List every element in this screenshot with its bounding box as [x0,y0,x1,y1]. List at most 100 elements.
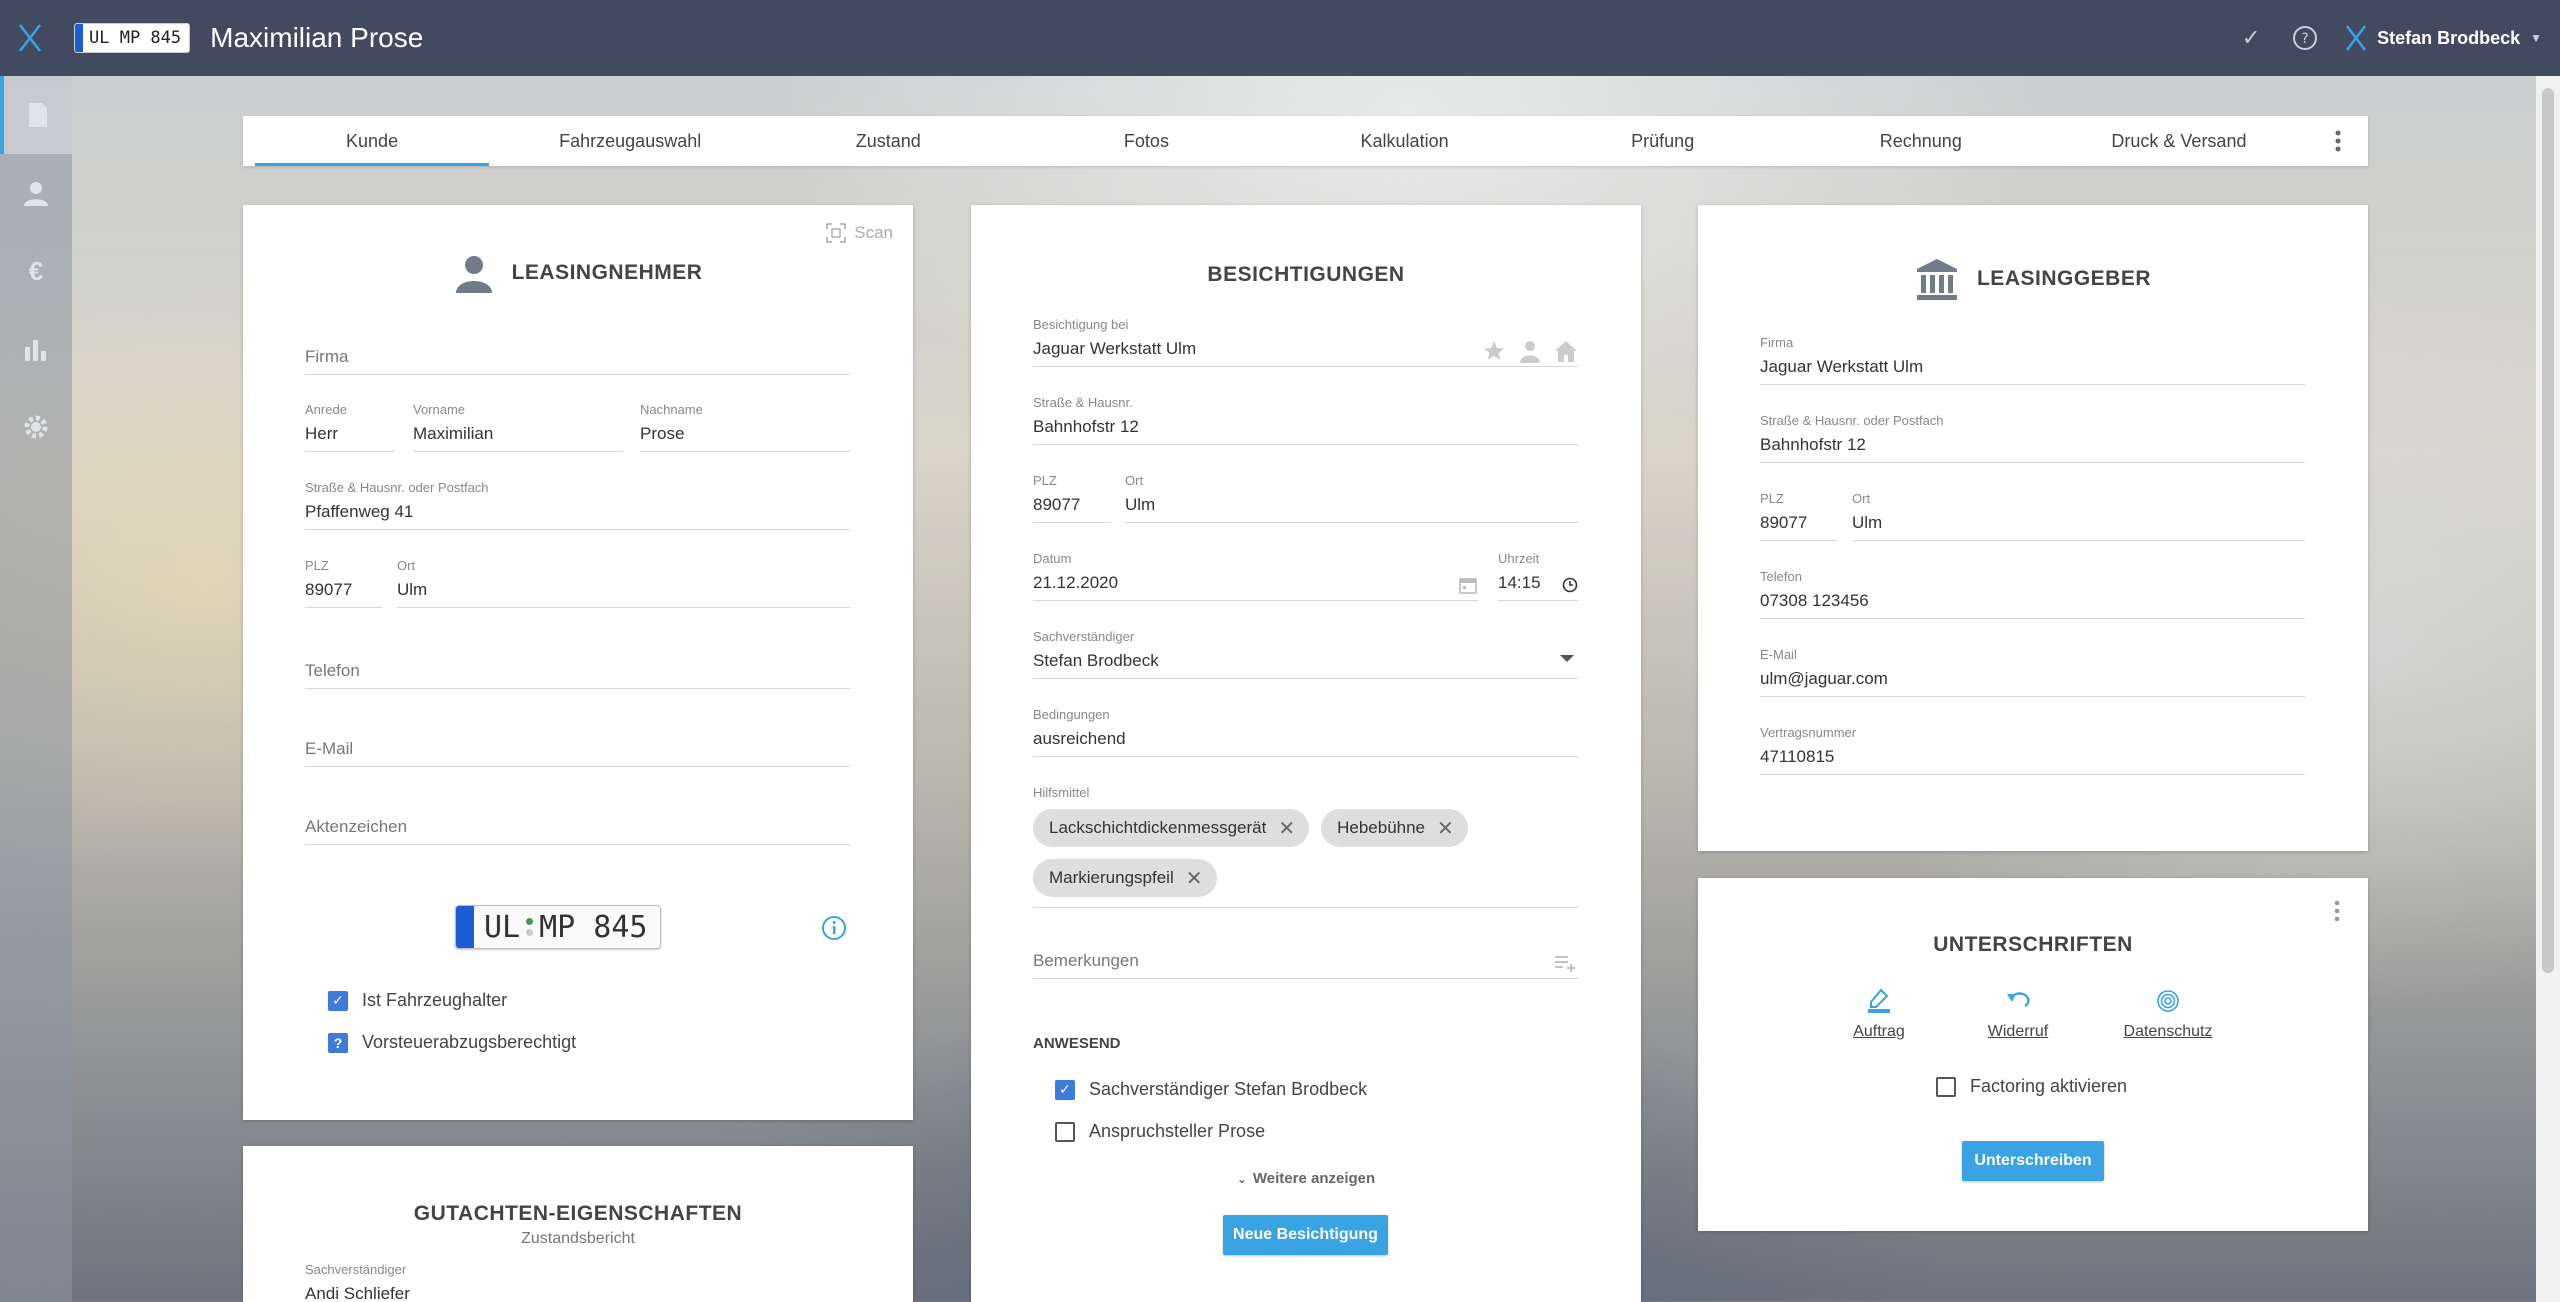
bedingungen-field[interactable]: ausreichend [1033,723,1578,757]
plate-city: UL [484,910,520,945]
close-icon[interactable]: ✕ [1437,816,1454,841]
app-logo-icon[interactable] [0,23,60,53]
scan-label: Scan [854,223,893,243]
lg-ort-field[interactable]: Ulm [1852,507,2305,541]
calendar-icon[interactable] [1458,575,1478,595]
datenschutz-link[interactable]: Datenschutz [2118,988,2218,1041]
home-icon[interactable] [1554,339,1578,363]
lg-telefon-field[interactable]: 07308 123456 [1760,585,2305,619]
checkbox-empty-icon [1055,1122,1075,1142]
unterschreiben-button[interactable]: Unterschreiben [1962,1141,2104,1181]
more-vertical-icon[interactable] [2334,900,2340,927]
factoring-checkbox[interactable]: Factoring aktivieren [1936,1076,2127,1097]
bei-label: Besichtigung bei [1033,317,1578,333]
tab-fotos[interactable]: Fotos [1017,116,1275,166]
gutachten-sv-select[interactable]: Andi Schliefer [305,1278,850,1302]
auftrag-link[interactable]: Auftrag [1846,988,1912,1041]
b-sv-select[interactable]: Stefan Brodbeck [1033,645,1578,679]
header-plate-text: UL MP 845 [83,28,189,48]
gutachten-sv-value: Andi Schliefer [305,1284,410,1302]
ort-field[interactable]: Ulm [397,574,850,608]
tab-rechnung[interactable]: Rechnung [1792,116,2050,166]
scan-button[interactable]: Scan [826,223,893,243]
bei-field[interactable]: Jaguar Werkstatt Ulm [1033,333,1578,367]
more-vertical-icon[interactable] [2308,116,2368,166]
tab-pruefung[interactable]: Prüfung [1534,116,1792,166]
weitere-anzeigen-link[interactable]: ⌄ Weitere anzeigen [971,1170,1641,1187]
fahrzeughalter-checkbox[interactable]: ✓ Ist Fahrzeughalter [328,990,507,1011]
plz-field[interactable]: 89077 [305,574,382,608]
sidebar-item-documents[interactable] [0,76,72,154]
aktenzeichen-input[interactable]: Aktenzeichen [305,811,850,845]
hilfsmittel-chips[interactable]: Lackschichtdickenmessgerät✕ Hebebühne✕ M… [1033,801,1578,908]
header-license-plate: UL MP 845 [74,23,190,53]
lg-email-label: E-Mail [1760,647,2305,663]
lg-plz-field[interactable]: 89077 [1760,507,1837,541]
widerruf-link[interactable]: Widerruf [1980,988,2056,1041]
add-list-icon[interactable] [1554,955,1578,973]
sidebar-item-contacts[interactable] [0,154,72,232]
plz-label: PLZ [305,558,382,574]
nachname-field[interactable]: Prose [640,418,850,452]
sidebar-item-statistics[interactable] [0,310,72,388]
sidebar-item-finance[interactable]: € [0,232,72,310]
nachname-label: Nachname [640,402,850,418]
anrede-field[interactable]: Herr [305,418,395,452]
datum-field[interactable]: 21.12.2020 [1033,567,1478,601]
chip-markierungspfeil[interactable]: Markierungspfeil ✕ [1033,859,1217,897]
tab-bar: Kunde Fahrzeugauswahl Zustand Fotos Kalk… [243,116,2368,166]
vorsteuer-checkbox[interactable]: ? Vorsteuerabzugsberechtigt [328,1032,576,1053]
chip-label: Markierungspfeil [1049,868,1174,888]
neue-besichtigung-button[interactable]: Neue Besichtigung [1223,1215,1388,1255]
b-strasse-field[interactable]: Bahnhofstr 12 [1033,411,1578,445]
lg-vertrag-field[interactable]: 47110815 [1760,741,2305,775]
license-plate[interactable]: UL MP 845 [455,905,661,949]
lg-email-field[interactable]: ulm@jaguar.com [1760,663,2305,697]
widerruf-label: Widerruf [1980,1023,2056,1041]
datenschutz-label: Datenschutz [2118,1023,2218,1041]
tab-kalkulation[interactable]: Kalkulation [1276,116,1534,166]
chip-lackschicht[interactable]: Lackschichtdickenmessgerät✕ [1033,809,1309,847]
leasinggeber-card: LEASINGGEBER Firma Jaguar Werkstatt Ulm … [1698,205,2368,851]
sidebar-item-settings[interactable] [0,388,72,466]
tab-kunde[interactable]: Kunde [243,116,501,166]
anwesend-anspruchsteller-checkbox[interactable]: Anspruchsteller Prose [1055,1121,1265,1142]
check-icon[interactable]: ✓ [2237,24,2265,52]
unterschriften-card: UNTERSCHRIFTEN Auftrag Widerruf Datensch… [1698,878,2368,1231]
lg-strasse-field[interactable]: Bahnhofstr 12 [1760,429,2305,463]
undo-icon [2005,988,2031,1014]
hilfsmittel-label: Hilfsmittel [1033,785,1578,801]
ort-label: Ort [397,558,850,574]
bemerkungen-input[interactable]: Bemerkungen [1033,945,1578,979]
vorname-field[interactable]: Maximilian [413,418,623,452]
chip-hebebuehne[interactable]: Hebebühne✕ [1321,809,1468,847]
email-input[interactable]: E-Mail [305,733,850,767]
info-icon[interactable] [821,915,847,946]
weitere-label: Weitere anzeigen [1253,1170,1375,1187]
clock-icon[interactable] [1562,577,1578,593]
b-ort-field[interactable]: Ulm [1125,489,1578,523]
user-menu[interactable]: Stefan Brodbeck ▼ [2345,24,2542,52]
bedingungen-label: Bedingungen [1033,707,1578,723]
close-icon[interactable]: ✕ [1186,866,1203,891]
star-icon[interactable] [1482,339,1506,363]
anwesend-sv-checkbox[interactable]: ✓ Sachverständiger Stefan Brodbeck [1055,1079,1367,1100]
person-icon [454,253,494,293]
b-strasse-label: Straße & Hausnr. [1033,395,1578,411]
help-icon[interactable]: ? [2291,24,2319,52]
tab-zustand[interactable]: Zustand [759,116,1017,166]
person-icon[interactable] [1518,339,1542,363]
scrollbar[interactable] [2536,76,2560,1302]
besichtigungen-title: BESICHTIGUNGEN [971,263,1641,287]
uhrzeit-field[interactable]: 14:15 [1498,567,1578,601]
tab-fahrzeugauswahl[interactable]: Fahrzeugauswahl [501,116,759,166]
tab-druck-versand[interactable]: Druck & Versand [2050,116,2308,166]
strasse-field[interactable]: Pfaffenweg 41 [305,496,850,530]
firma-input[interactable]: Firma [305,341,850,375]
close-icon[interactable]: ✕ [1278,816,1295,841]
lg-firma-field[interactable]: Jaguar Werkstatt Ulm [1760,351,2305,385]
telefon-input[interactable]: Telefon [305,655,850,689]
b-plz-field[interactable]: 89077 [1033,489,1110,523]
gutachten-card: GUTACHTEN-EIGENSCHAFTEN Zustandsbericht … [243,1146,913,1302]
gutachten-subtitle: Zustandsbericht [243,1230,913,1248]
